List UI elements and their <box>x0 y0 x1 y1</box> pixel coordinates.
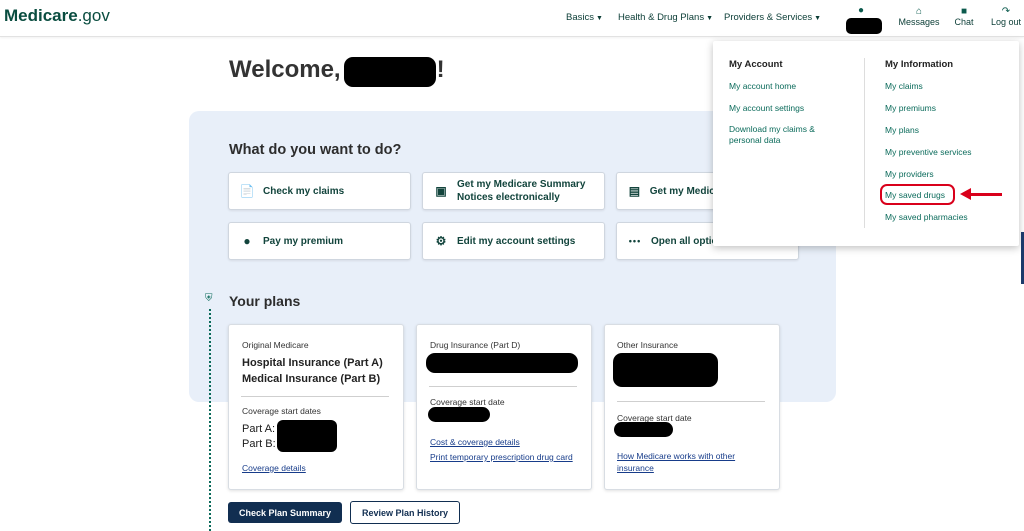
msn-electronic-button[interactable]: ▣ Get my Medicare Summary Notices electro… <box>422 172 605 210</box>
chat-icon: ■ <box>960 6 968 17</box>
get-medicare-card-button[interactable]: ▤ Get my Medica <box>616 172 715 210</box>
plan-name-redacted <box>426 353 578 373</box>
timeline-dots <box>209 309 211 531</box>
annotation-arrow <box>970 193 1002 196</box>
menu-my-plans[interactable]: My plans <box>885 125 919 135</box>
menu-account-home[interactable]: My account home <box>729 81 796 91</box>
part-b-label: Part B: <box>242 438 276 450</box>
medicare-logo[interactable]: Medicare.gov <box>4 6 110 26</box>
arrow-head-icon <box>960 188 971 200</box>
cost-coverage-link[interactable]: Cost & coverage details <box>430 437 520 447</box>
edit-account-settings-button[interactable]: ⚙ Edit my account settings <box>422 222 605 260</box>
part-a-label: Part A: <box>242 423 276 435</box>
document-dollar-icon: 📄 <box>239 184 255 198</box>
logout-button[interactable]: ↷ Log out <box>988 6 1024 27</box>
dollar-circle-icon: ● <box>243 234 251 248</box>
coverage-start-label: Coverage start date <box>430 397 505 407</box>
dropdown-divider <box>864 58 865 228</box>
user-icon[interactable]: ● <box>858 5 864 16</box>
action-label: Get my Medica <box>649 185 715 197</box>
actions-title: What do you want to do? <box>229 142 402 158</box>
account-name-redacted[interactable] <box>846 18 882 34</box>
action-label: Check my claims <box>263 185 345 197</box>
action-label: Edit my account settings <box>457 235 576 247</box>
date-redacted <box>428 407 490 422</box>
divider <box>617 401 765 402</box>
other-plan-redacted <box>613 353 718 387</box>
check-plan-summary-button[interactable]: Check Plan Summary <box>228 502 342 523</box>
coverage-dates-label: Coverage start dates <box>242 406 321 416</box>
id-card-icon: ▤ <box>628 184 641 198</box>
chevron-down-icon: ▼ <box>706 15 714 22</box>
check-claims-button[interactable]: 📄 Check my claims <box>228 172 411 210</box>
coverage-details-link[interactable]: Coverage details <box>242 463 306 473</box>
chat-label: Chat <box>954 17 974 27</box>
highlight-circle <box>880 184 955 205</box>
logout-icon: ↷ <box>1001 6 1011 17</box>
part-a-title: Hospital Insurance (Part A) <box>242 357 383 369</box>
other-date-redacted <box>614 422 673 437</box>
menu-download-claims[interactable]: Download my claims & personal data <box>729 124 839 146</box>
menu-my-providers[interactable]: My providers <box>885 169 934 179</box>
logout-label: Log out <box>990 17 1022 27</box>
part-b-title: Medical Insurance (Part B) <box>242 373 381 385</box>
messages-button[interactable]: ⌂ Messages <box>898 6 940 27</box>
chevron-down-icon: ▼ <box>595 15 603 22</box>
pay-premium-button[interactable]: ● Pay my premium <box>228 222 411 260</box>
your-plans-title: Your plans <box>229 293 301 309</box>
menu-account-settings[interactable]: My account settings <box>729 103 804 113</box>
my-information-heading: My Information <box>885 59 954 70</box>
divider <box>429 386 577 387</box>
chat-button[interactable]: ■ Chat <box>948 6 980 27</box>
menu-saved-pharmacies[interactable]: My saved pharmacies <box>885 212 968 222</box>
drug-insurance-heading: Drug Insurance (Part D) <box>430 340 521 350</box>
original-medicare-heading: Original Medicare <box>242 340 309 350</box>
menu-my-premiums[interactable]: My premiums <box>885 103 936 113</box>
laptop-icon: ▣ <box>435 184 447 198</box>
more-dots-icon: ••• <box>628 236 642 246</box>
nav-basics[interactable]: Basics ▼ <box>566 12 603 23</box>
shield-check-icon: ⛨ <box>205 293 213 304</box>
review-plan-history-button[interactable]: Review Plan History <box>350 501 460 524</box>
action-label: Pay my premium <box>263 235 344 247</box>
medicare-other-insurance-link[interactable]: How Medicare works with other insurance <box>617 450 767 474</box>
other-insurance-heading: Other Insurance <box>617 340 678 350</box>
menu-preventive-services[interactable]: My preventive services <box>885 147 971 157</box>
print-drug-card-link[interactable]: Print temporary prescription drug card <box>430 451 575 463</box>
user-name-redacted <box>344 57 436 87</box>
my-account-heading: My Account <box>729 59 783 70</box>
dates-redacted <box>277 420 337 452</box>
divider <box>241 396 389 397</box>
chevron-down-icon: ▼ <box>814 15 822 22</box>
action-label: Get my Medicare Summary Notices electron… <box>457 179 586 203</box>
messages-label: Messages <box>898 17 940 27</box>
home-mail-icon: ⌂ <box>915 6 923 17</box>
gear-icon: ⚙ <box>435 234 447 248</box>
nav-providers-services[interactable]: Providers & Services ▼ <box>724 12 821 23</box>
menu-my-claims[interactable]: My claims <box>885 81 923 91</box>
nav-health-drug-plans[interactable]: Health & Drug Plans ▼ <box>618 12 713 23</box>
